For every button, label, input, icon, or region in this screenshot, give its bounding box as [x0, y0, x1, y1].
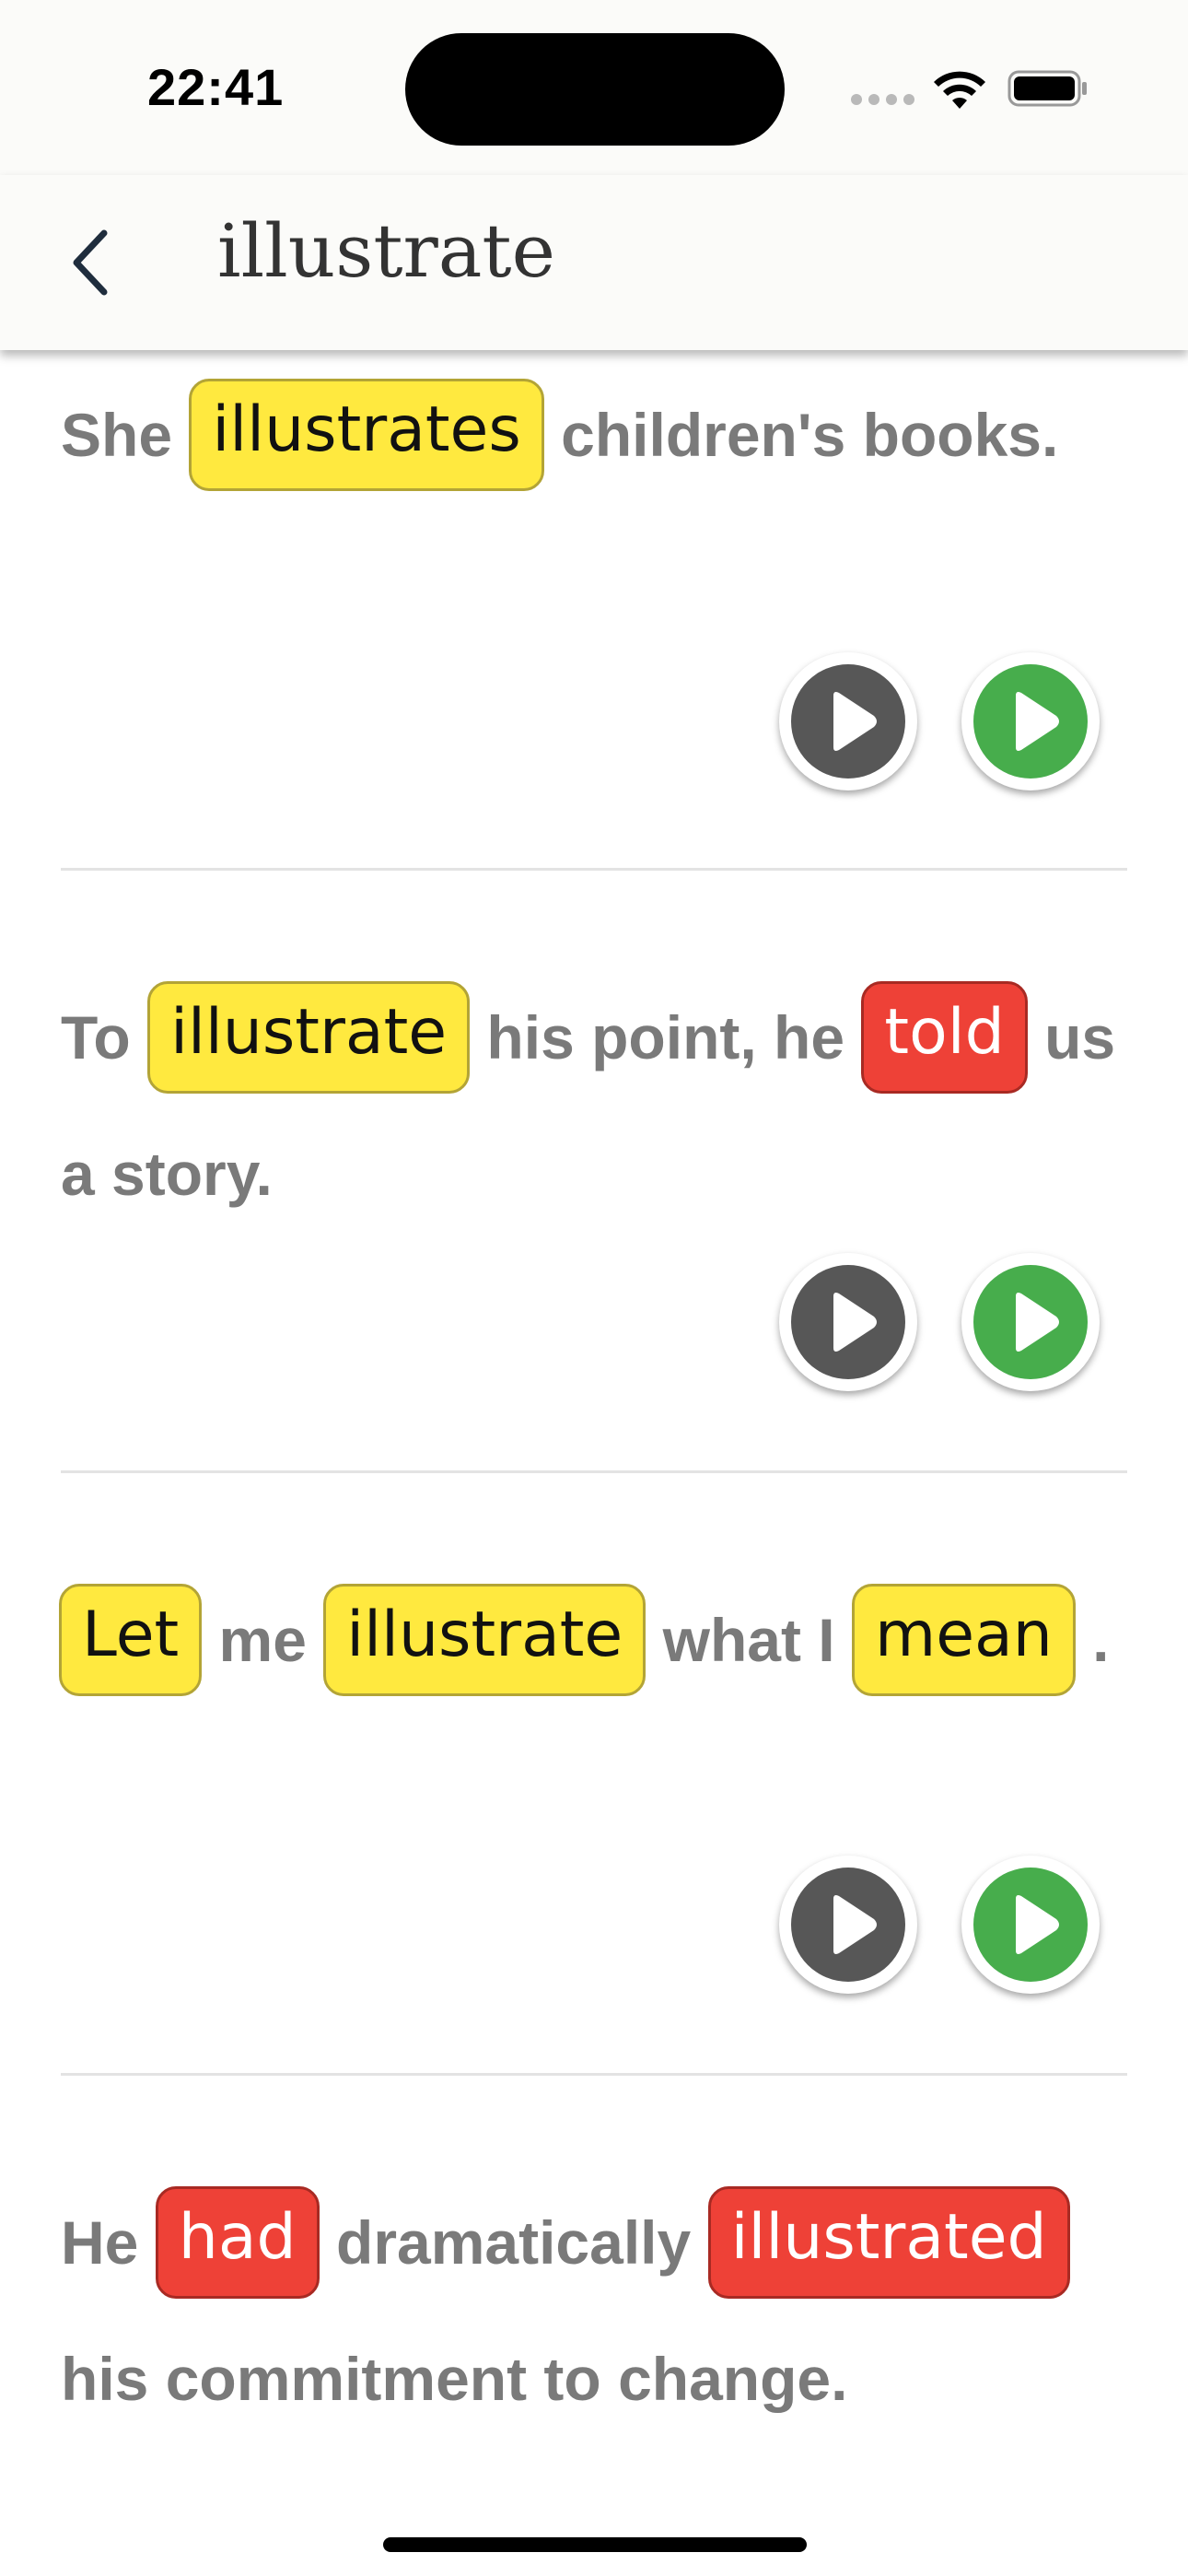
divider — [61, 868, 1127, 871]
unknown-word-chip[interactable]: told — [861, 980, 1028, 1094]
sentence-text: He had dramatically illustrated his comm… — [61, 2174, 1138, 2447]
word[interactable]: me — [219, 1606, 307, 1674]
sentence-text: She illustrates children's books. — [61, 367, 1138, 503]
play-slow-button[interactable] — [961, 1856, 1100, 1994]
play-slow-icon — [1016, 1293, 1059, 1352]
home-indicator[interactable] — [383, 2537, 807, 2552]
sentence-list[interactable]: She illustrates children's books. To ill… — [0, 350, 1188, 2576]
sentence-text: Let me illustrate what I mean . — [59, 1572, 1138, 1708]
navigation-bar: illustrate — [0, 175, 1188, 350]
word[interactable]: his commitment to — [61, 2345, 601, 2413]
divider — [61, 1470, 1127, 1473]
unknown-word-chip[interactable]: illustrated — [707, 2185, 1070, 2299]
word[interactable]: change. — [618, 2345, 847, 2413]
status-bar: 22:41 — [0, 0, 1188, 175]
page-title: illustrate — [217, 208, 555, 294]
known-word-chip[interactable]: illustrates — [189, 378, 544, 491]
word[interactable]: his point, he — [486, 1003, 844, 1071]
back-button[interactable] — [53, 221, 127, 304]
known-word-chip[interactable]: illustrate — [323, 1583, 646, 1696]
play-normal-button[interactable] — [779, 1253, 917, 1391]
screen: 22:41 illustrate She illustrates childre… — [0, 0, 1188, 2576]
play-icon — [833, 1895, 877, 1954]
word[interactable]: dramatically — [336, 2208, 691, 2277]
word[interactable]: She — [61, 401, 172, 469]
divider — [61, 2073, 1127, 2076]
word[interactable]: children's — [561, 401, 845, 469]
status-time: 22:41 — [147, 58, 285, 116]
chevron-left-icon — [73, 229, 108, 296]
play-icon — [833, 1293, 877, 1352]
play-slow-button[interactable] — [961, 1253, 1100, 1391]
known-word-chip[interactable]: mean — [851, 1583, 1076, 1696]
cellular-signal-icon — [851, 94, 915, 107]
word[interactable]: what I — [663, 1606, 835, 1674]
known-word-chip[interactable]: Let — [59, 1583, 203, 1696]
battery-icon — [1007, 70, 1087, 107]
known-word-chip[interactable]: illustrate — [147, 980, 471, 1094]
dynamic-island — [405, 33, 785, 146]
word[interactable]: He — [61, 2208, 138, 2277]
play-slow-button[interactable] — [961, 652, 1100, 790]
play-slow-icon — [1016, 1895, 1059, 1954]
word[interactable]: . — [1092, 1606, 1109, 1674]
word[interactable]: To — [61, 1003, 131, 1071]
unknown-word-chip[interactable]: had — [155, 2185, 320, 2299]
wifi-icon — [934, 71, 985, 109]
word[interactable]: books. — [863, 401, 1059, 469]
play-icon — [833, 692, 877, 751]
play-slow-icon — [1016, 692, 1059, 751]
play-normal-button[interactable] — [779, 1856, 917, 1994]
play-normal-button[interactable] — [779, 652, 917, 790]
sentence-text: To illustrate his point, he told us a st… — [61, 969, 1138, 1242]
